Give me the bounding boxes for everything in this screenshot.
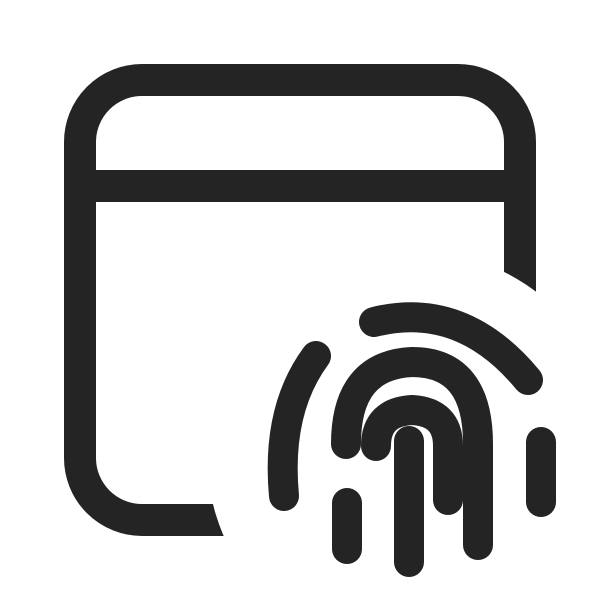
browser-window-fingerprint-icon bbox=[64, 64, 556, 577]
icon-canvas bbox=[0, 0, 600, 600]
fingerprint-left-arc bbox=[267, 341, 331, 511]
